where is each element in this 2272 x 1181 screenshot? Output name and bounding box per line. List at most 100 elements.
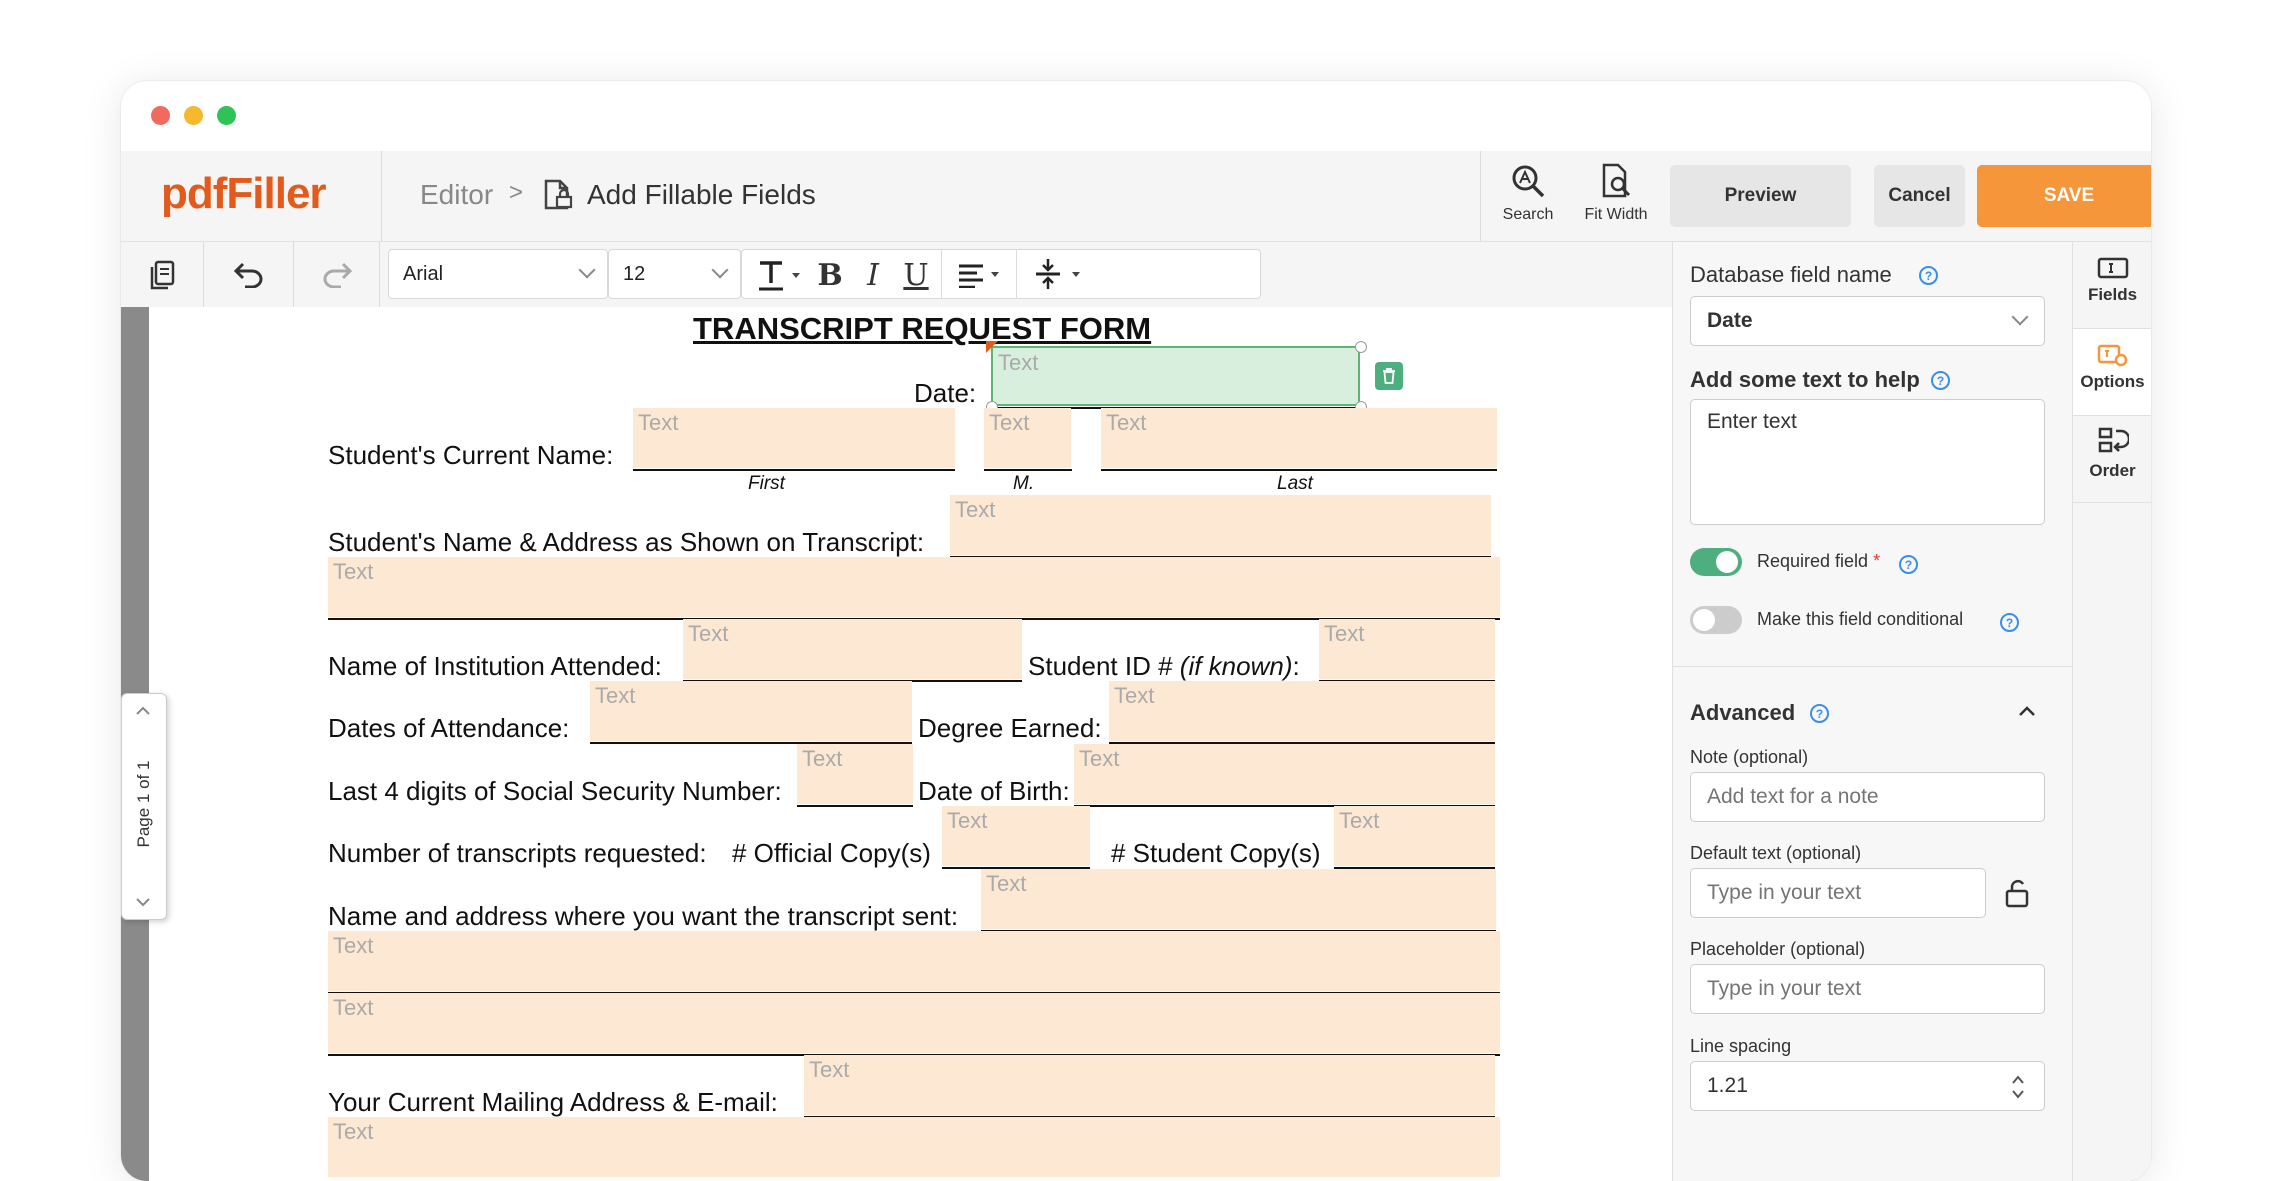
- student-copy-field[interactable]: Text: [1334, 806, 1495, 866]
- chevron-down-icon: [578, 261, 596, 279]
- dob-label: Date of Birth:: [918, 776, 1070, 806]
- dates-label: Dates of Attendance:: [328, 713, 570, 743]
- pdffiller-logo[interactable]: pdfFiller: [161, 169, 327, 219]
- breadcrumb-editor[interactable]: Editor: [420, 179, 493, 211]
- toolbar-divider: [293, 242, 294, 307]
- ssn-field[interactable]: Text: [797, 744, 913, 804]
- chevron-down-icon: [711, 261, 729, 279]
- degree-field[interactable]: Text: [1109, 681, 1495, 741]
- preview-button[interactable]: Preview: [1670, 165, 1851, 227]
- undo-icon[interactable]: [233, 260, 265, 288]
- minimize-window-button[interactable]: [184, 106, 203, 125]
- chevron-up-icon[interactable]: [2018, 705, 2036, 717]
- rail-options-tab[interactable]: Options: [2073, 329, 2151, 415]
- advanced-label: Advanced: [1690, 700, 1796, 725]
- send-to-address-line-2[interactable]: Text: [328, 993, 1500, 1053]
- last-caption: Last: [1277, 473, 1313, 494]
- first-caption: First: [748, 473, 785, 494]
- chevron-up-icon[interactable]: [135, 706, 151, 716]
- last-name-field[interactable]: Text: [1101, 408, 1497, 468]
- breadcrumb-current: Add Fillable Fields: [587, 179, 816, 210]
- institution-field[interactable]: Text: [683, 619, 1022, 679]
- student-id-field[interactable]: Text: [1319, 619, 1495, 679]
- required-star: *: [1873, 551, 1881, 571]
- student-id-colon: :: [1292, 651, 1300, 681]
- help-icon[interactable]: ?: [2000, 613, 2019, 632]
- official-copy-field[interactable]: Text: [942, 806, 1090, 866]
- send-to-field[interactable]: Text: [981, 869, 1496, 929]
- resize-handle[interactable]: [1355, 341, 1367, 353]
- dob-field[interactable]: Text: [1074, 744, 1495, 804]
- db-field-label: Database field name: [1690, 262, 1892, 287]
- line-spacing-stepper[interactable]: 1.21: [1690, 1061, 2045, 1111]
- transcript-name-field[interactable]: Text: [950, 495, 1491, 555]
- align-left-icon[interactable]: [957, 262, 1003, 288]
- pages-icon[interactable]: [147, 259, 177, 291]
- required-toggle[interactable]: [1690, 548, 1742, 576]
- toolbar-divider: [1016, 249, 1017, 299]
- font-size-select[interactable]: 12: [608, 249, 741, 299]
- rail-fields-tab[interactable]: Fields: [2073, 242, 2151, 328]
- order-icon: [2098, 427, 2130, 453]
- fit-width-button[interactable]: Fit Width: [1576, 163, 1656, 233]
- search-label: Search: [1502, 206, 1554, 223]
- search-icon: [1512, 165, 1545, 198]
- placeholder-label: Placeholder (optional): [1690, 939, 1866, 959]
- italic-button[interactable]: I: [855, 255, 891, 295]
- maximize-window-button[interactable]: [217, 106, 236, 125]
- toggle-knob: [1716, 551, 1738, 573]
- conditional-toggle[interactable]: [1690, 606, 1742, 634]
- panel-divider: [1673, 666, 2073, 667]
- header-divider: [381, 151, 382, 241]
- options-icon: [2097, 344, 2127, 367]
- delete-field-button[interactable]: [1375, 362, 1403, 390]
- transcript-address-field[interactable]: Text: [328, 557, 1500, 617]
- help-icon[interactable]: ?: [1899, 555, 1918, 574]
- note-label: Note (optional): [1690, 747, 1809, 767]
- default-text-input[interactable]: [1690, 868, 1986, 918]
- chevron-down-icon[interactable]: [135, 897, 151, 907]
- date-label: Date:: [914, 378, 977, 408]
- rail-order-tab[interactable]: Order: [2073, 416, 2151, 502]
- first-name-field[interactable]: Text: [633, 408, 955, 468]
- fillable-document-icon: [544, 179, 573, 210]
- font-family-select[interactable]: Arial: [388, 249, 608, 299]
- placeholder-input[interactable]: [1690, 964, 2045, 1014]
- help-icon[interactable]: ?: [1810, 704, 1829, 723]
- trash-icon: [1383, 368, 1395, 384]
- ssn-label: Last 4 digits of Social Security Number:: [328, 776, 782, 806]
- name-address-label: Student's Name & Address as Shown on Tra…: [328, 527, 925, 557]
- header-divider: [1480, 151, 1481, 241]
- middle-underline: [984, 469, 1072, 471]
- font-size-value: 12: [623, 263, 646, 285]
- email-field[interactable]: Text: [328, 1117, 1500, 1177]
- conditional-label: Make this field conditional: [1757, 609, 1964, 629]
- dates-field[interactable]: Text: [590, 681, 912, 741]
- save-button[interactable]: SAVE: [1977, 165, 2151, 227]
- header-bar: pdfFiller Editor > Add Fillable Fields S…: [121, 151, 2151, 242]
- rail-options-label: Options: [2080, 372, 2145, 391]
- unlock-icon[interactable]: [2004, 878, 2030, 908]
- help-icon[interactable]: ?: [1919, 266, 1938, 285]
- note-input[interactable]: [1690, 772, 2045, 822]
- text-color-button[interactable]: [754, 255, 804, 295]
- cancel-button[interactable]: Cancel: [1874, 165, 1965, 227]
- underline-button[interactable]: U: [898, 255, 934, 295]
- middle-initial-field[interactable]: Text: [984, 408, 1071, 468]
- line-spacing-icon[interactable]: [1030, 257, 1086, 291]
- date-text-field[interactable]: Text: [991, 346, 1360, 406]
- default-text-label: Default text (optional): [1690, 843, 1862, 863]
- help-text-textarea[interactable]: Enter text: [1690, 399, 2045, 525]
- help-icon[interactable]: ?: [1931, 371, 1950, 390]
- db-field-select[interactable]: Date: [1690, 296, 2045, 346]
- close-window-button[interactable]: [151, 106, 170, 125]
- redo-icon[interactable]: [321, 260, 353, 288]
- toggle-knob: [1693, 609, 1715, 631]
- bold-icon: B: [817, 257, 843, 293]
- search-button[interactable]: Search: [1493, 163, 1563, 233]
- bold-button[interactable]: B: [812, 255, 848, 295]
- mailing-field[interactable]: Text: [804, 1055, 1495, 1115]
- stepper-arrows-icon[interactable]: [2011, 1074, 2025, 1100]
- required-label: Required field *: [1757, 551, 1880, 572]
- send-to-address-line-1[interactable]: Text: [328, 931, 1500, 991]
